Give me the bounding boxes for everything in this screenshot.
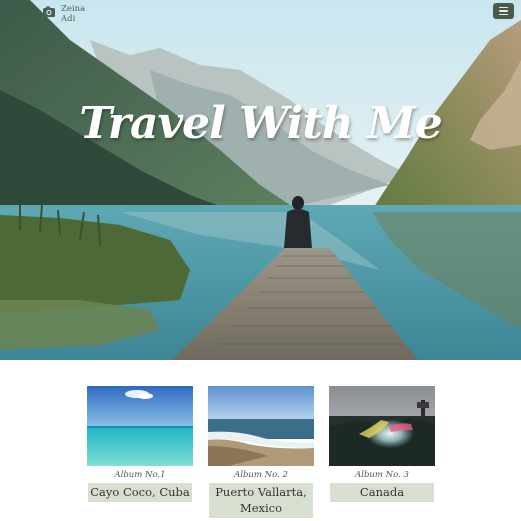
album-card-2[interactable]: Album No. 2 Puerto Vallarta, Mexico	[208, 386, 314, 518]
album-number-1: Album No.1	[114, 470, 166, 480]
brand-first-name: Zeina	[61, 4, 86, 14]
menu-toggle-button[interactable]	[493, 3, 514, 19]
album-place-1[interactable]: Cayo Coco, Cuba	[88, 483, 192, 502]
brand-logo[interactable]: Zeina Adi	[42, 4, 85, 24]
hero-banner: Zeina Adi Travel With Me	[0, 0, 521, 360]
album-card-1[interactable]: Album No.1 Cayo Coco, Cuba	[87, 386, 193, 502]
album-place-2[interactable]: Puerto Vallarta, Mexico	[209, 483, 313, 518]
album-number-3: Album No. 3	[355, 470, 409, 480]
album-thumbnail-2[interactable]	[208, 386, 314, 466]
album-thumbnail-3[interactable]	[329, 386, 435, 466]
hamburger-menu-icon	[499, 6, 508, 9]
hero-title: Travel With Me	[79, 98, 443, 149]
album-place-3[interactable]: Canada	[330, 483, 434, 502]
hero-lake-photo	[0, 0, 521, 360]
album-card-3[interactable]: Album No. 3 Canada	[329, 386, 435, 502]
brand-name: Zeina Adi	[61, 4, 85, 24]
album-number-2: Album No. 2	[234, 470, 288, 480]
brand-last-name: Adi	[61, 14, 76, 24]
camera-icon	[43, 6, 55, 17]
album-thumbnail-1[interactable]	[87, 386, 193, 466]
